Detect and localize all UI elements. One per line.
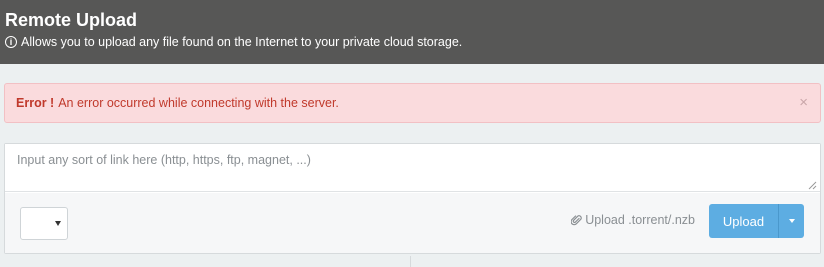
close-icon[interactable]: × [799,95,808,110]
page-title: Remote Upload [5,10,138,30]
upload-button[interactable]: Upload [709,204,778,238]
error-alert: Error ! An error occurred while connecti… [4,83,821,123]
alert-label: Error ! [16,96,55,110]
page-subtitle: i Allows you to upload any file found on… [5,35,462,49]
info-icon: i [5,36,17,48]
chevron-down-icon [55,221,61,226]
upload-button-group: Upload [709,204,804,238]
resize-grip-icon[interactable] [808,181,817,190]
upload-options-button[interactable] [778,204,804,238]
destination-select[interactable] [20,207,68,240]
upload-torrent-link[interactable]: Upload .torrent/.nzb [571,213,695,227]
alert-message: An error occurred while connecting with … [58,96,339,110]
upload-torrent-label: Upload .torrent/.nzb [585,213,695,227]
page-header: Remote Upload i Allows you to upload any… [0,0,824,64]
upload-footer: Upload .torrent/.nzb Upload [5,193,820,253]
page-subtitle-text: Allows you to upload any file found on t… [21,35,463,49]
link-input[interactable] [5,144,820,192]
divider [410,256,411,267]
paperclip-icon [571,215,582,226]
remote-upload-panel: Upload .torrent/.nzb Upload [4,143,821,254]
caret-down-icon [789,219,795,223]
